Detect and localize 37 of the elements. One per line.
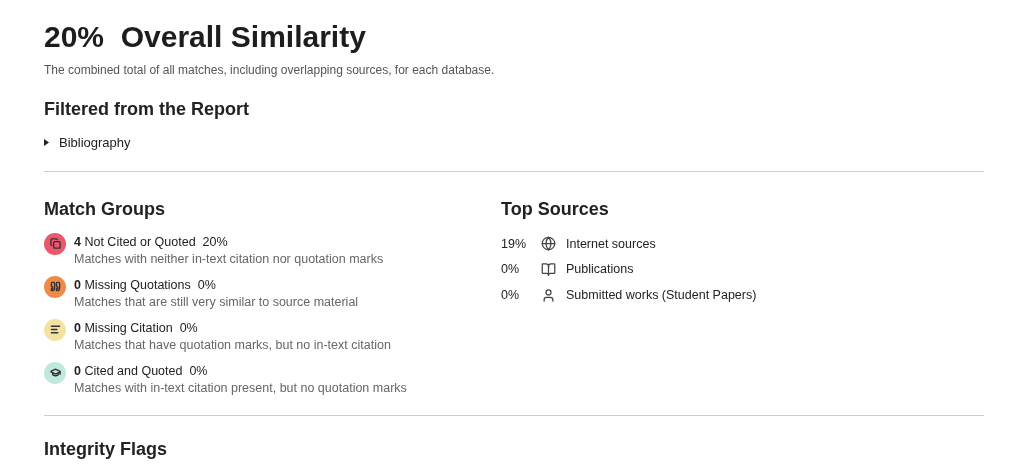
group-percent: 0%	[179, 319, 198, 337]
group-description: Matches with neither in-text citation nor quotation marks	[74, 250, 384, 268]
group-description: Matches that have quotation marks, but no in-text citation	[74, 336, 391, 354]
source-percent: 0%	[501, 261, 521, 279]
group-description: Matches with in-text citation present, but no quotation marks	[74, 379, 407, 397]
quote-icon	[49, 281, 61, 292]
group-percent: 0%	[189, 362, 208, 380]
person-icon	[541, 287, 556, 303]
group-percent: 20%	[202, 233, 228, 251]
description-text: The combined total of all matches, including overlapping sources, for each database.	[44, 62, 496, 79]
section-heading: Integrity Flags	[44, 437, 169, 461]
page-title: 20% Overall Similarity	[44, 19, 367, 55]
group-label: Not Cited or Quoted	[84, 233, 196, 251]
source-percent: 19%	[501, 235, 528, 253]
source-label: Submitted works (Student Papers)	[566, 287, 757, 304]
match-count: 0	[74, 362, 81, 380]
group-label: Cited and Quoted	[84, 362, 183, 380]
lines-icon	[49, 324, 61, 335]
section-heading: Match Groups	[44, 197, 166, 221]
globe-icon	[541, 236, 556, 252]
section-heading: Filtered from the Report	[44, 98, 250, 121]
match-count: 0	[74, 319, 81, 337]
group-percent: 0%	[197, 276, 216, 294]
caret-icon	[44, 139, 49, 147]
copy-icon	[49, 238, 61, 249]
group-label: Missing Quotations	[84, 276, 191, 294]
source-label: Internet sources	[566, 235, 656, 253]
source-percent: 0%	[501, 287, 521, 304]
source-label: Publications	[566, 261, 634, 279]
expander-item[interactable]: Bibliography	[44, 133, 131, 153]
group-label: Missing Citation	[84, 319, 173, 337]
match-count: 4	[74, 233, 81, 251]
section-heading: Top Sources	[501, 197, 610, 221]
group-description: Matches that are still very similar to source material	[74, 293, 359, 311]
graduation-cap-icon	[49, 367, 61, 378]
match-count: 0	[74, 276, 81, 294]
book-icon	[541, 262, 556, 278]
